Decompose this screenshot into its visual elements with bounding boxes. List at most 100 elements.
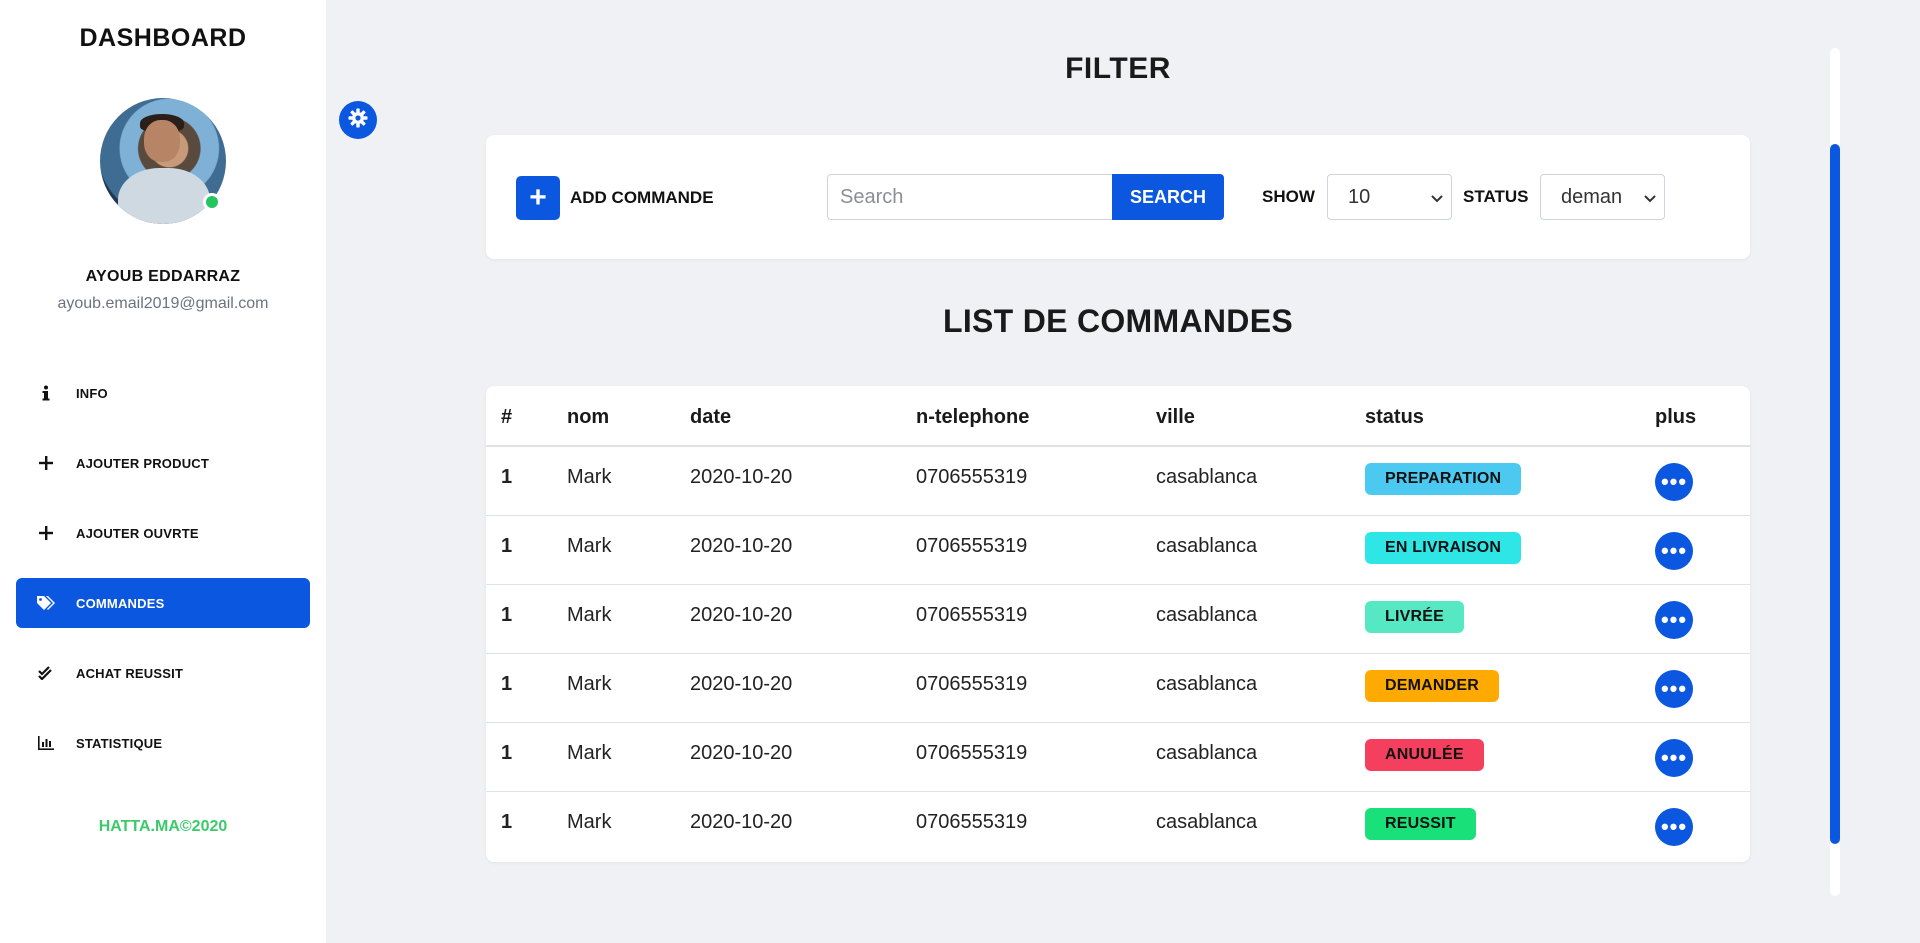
column-header: n-telephone bbox=[916, 406, 1030, 428]
sidebar-item-label: ACHAT REUSSIT bbox=[76, 665, 184, 681]
cell-ville: casablanca bbox=[1156, 604, 1258, 626]
status-label: STATUS bbox=[1463, 187, 1529, 206]
avatar-face bbox=[144, 120, 180, 162]
sidebar-item-ajouter-ouvrte[interactable]: AJOUTER OUVRTE bbox=[16, 508, 310, 558]
cell-ville: casablanca bbox=[1156, 673, 1258, 695]
cell-nom: Mark bbox=[567, 535, 612, 557]
avatar-body bbox=[118, 168, 210, 224]
scrollbar-track[interactable] bbox=[1830, 48, 1840, 896]
plus-icon bbox=[34, 456, 58, 470]
cell-nom: Mark bbox=[567, 604, 612, 626]
sidebar-footer: HATTA.MA©2020 bbox=[98, 818, 228, 835]
table-row: 1 Mark 2020-10-20 0706555319 casablanca … bbox=[486, 447, 1750, 516]
status-badge: LIVRÉE bbox=[1365, 601, 1464, 633]
filter-heading: FILTER bbox=[1065, 52, 1171, 85]
cell-num: 1 bbox=[501, 535, 513, 557]
more-options-button[interactable]: ••• bbox=[1655, 532, 1693, 570]
info-icon bbox=[34, 385, 58, 401]
cell-num: 1 bbox=[501, 604, 513, 626]
gear-icon bbox=[348, 108, 368, 133]
plus-icon bbox=[34, 526, 58, 540]
status-select-value: deman bbox=[1561, 185, 1623, 208]
chevron-down-icon bbox=[1431, 186, 1443, 209]
status-badge: DEMANDER bbox=[1365, 670, 1500, 702]
status-badge: EN LIVRAISON bbox=[1365, 532, 1522, 564]
add-commande-button[interactable]: + ADD COMMANDE bbox=[516, 176, 714, 220]
sidebar-item-label: COMMANDES bbox=[76, 595, 165, 611]
online-status-dot bbox=[203, 193, 221, 211]
cell-nom: Mark bbox=[567, 466, 612, 488]
status-badge: PREPARATION bbox=[1365, 463, 1522, 495]
show-label: SHOW bbox=[1262, 187, 1315, 206]
table-row: 1 Mark 2020-10-20 0706555319 casablanca … bbox=[486, 792, 1750, 861]
cell-date: 2020-10-20 bbox=[690, 466, 793, 488]
cell-ville: casablanca bbox=[1156, 466, 1258, 488]
chevron-down-icon bbox=[1644, 186, 1656, 209]
sidebar-item-achat-reussit[interactable]: ACHAT REUSSIT bbox=[16, 648, 310, 698]
cell-telephone: 0706555319 bbox=[916, 811, 1028, 833]
show-select-value: 10 bbox=[1348, 185, 1371, 208]
cell-telephone: 0706555319 bbox=[916, 466, 1028, 488]
sidebar-item-commandes[interactable]: COMMANDES bbox=[16, 578, 310, 628]
status-select[interactable]: deman bbox=[1540, 174, 1665, 220]
show-select[interactable]: 10 bbox=[1327, 174, 1452, 220]
tags-icon bbox=[34, 595, 58, 611]
column-header: # bbox=[501, 406, 513, 428]
cell-telephone: 0706555319 bbox=[916, 535, 1028, 557]
status-badge: ANUULÉE bbox=[1365, 739, 1484, 771]
cell-ville: casablanca bbox=[1156, 535, 1258, 557]
scrollbar-thumb[interactable] bbox=[1830, 144, 1840, 844]
more-options-button[interactable]: ••• bbox=[1655, 808, 1693, 846]
column-header: date bbox=[690, 406, 732, 428]
filter-card: + ADD COMMANDE SEARCH SHOW 10 STATUS dem… bbox=[486, 135, 1750, 259]
table-row: 1 Mark 2020-10-20 0706555319 casablanca … bbox=[486, 585, 1750, 654]
search-button[interactable]: SEARCH bbox=[1112, 174, 1224, 220]
table-row: 1 Mark 2020-10-20 0706555319 casablanca … bbox=[486, 654, 1750, 723]
table-row: 1 Mark 2020-10-20 0706555319 casablanca … bbox=[486, 723, 1750, 792]
sidebar: DASHBOARD AYOUB EDDARRAZ ayoub.email2019… bbox=[0, 0, 326, 943]
cell-num: 1 bbox=[501, 673, 513, 695]
settings-button[interactable] bbox=[339, 101, 377, 139]
cell-date: 2020-10-20 bbox=[690, 604, 793, 626]
cell-telephone: 0706555319 bbox=[916, 742, 1028, 764]
more-options-button[interactable]: ••• bbox=[1655, 463, 1693, 501]
cell-nom: Mark bbox=[567, 742, 612, 764]
sidebar-nav: INFO AJOUTER PRODUCT AJOUTER OUVRTE COMM… bbox=[16, 368, 310, 788]
list-heading: LIST DE COMMANDES bbox=[943, 303, 1293, 339]
sidebar-item-info[interactable]: INFO bbox=[16, 368, 310, 418]
cell-date: 2020-10-20 bbox=[690, 742, 793, 764]
column-header: plus bbox=[1655, 406, 1697, 428]
table-header: # nom date n-telephone ville status plus bbox=[486, 386, 1750, 447]
cell-nom: Mark bbox=[567, 673, 612, 695]
more-options-button[interactable]: ••• bbox=[1655, 739, 1693, 777]
cell-num: 1 bbox=[501, 742, 513, 764]
sidebar-item-label: INFO bbox=[76, 385, 108, 401]
column-header: status bbox=[1365, 406, 1424, 428]
cell-nom: Mark bbox=[567, 811, 612, 833]
cell-num: 1 bbox=[501, 811, 513, 833]
table-row: 1 Mark 2020-10-20 0706555319 casablanca … bbox=[486, 516, 1750, 585]
cell-num: 1 bbox=[501, 466, 513, 488]
column-header: ville bbox=[1156, 406, 1195, 428]
sidebar-item-label: AJOUTER PRODUCT bbox=[76, 455, 210, 471]
user-name: AYOUB EDDARRAZ bbox=[85, 268, 241, 285]
plus-icon: + bbox=[516, 176, 560, 220]
cell-telephone: 0706555319 bbox=[916, 604, 1028, 626]
column-header: nom bbox=[567, 406, 610, 428]
sidebar-item-ajouter-product[interactable]: AJOUTER PRODUCT bbox=[16, 438, 310, 488]
sidebar-item-label: AJOUTER OUVRTE bbox=[76, 525, 199, 541]
cell-date: 2020-10-20 bbox=[690, 811, 793, 833]
cell-telephone: 0706555319 bbox=[916, 673, 1028, 695]
cell-date: 2020-10-20 bbox=[690, 673, 793, 695]
sidebar-item-label: STATISTIQUE bbox=[76, 735, 163, 751]
dashboard-title: DASHBOARD bbox=[79, 24, 247, 52]
more-options-button[interactable]: ••• bbox=[1655, 601, 1693, 639]
cell-date: 2020-10-20 bbox=[690, 535, 793, 557]
sidebar-item-statistique[interactable]: STATISTIQUE bbox=[16, 718, 310, 768]
cell-ville: casablanca bbox=[1156, 811, 1258, 833]
search-input[interactable] bbox=[827, 174, 1113, 220]
more-options-button[interactable]: ••• bbox=[1655, 670, 1693, 708]
add-commande-label: ADD COMMANDE bbox=[570, 188, 714, 207]
commandes-table: # nom date n-telephone ville status plus… bbox=[486, 386, 1750, 862]
double-check-icon bbox=[34, 666, 58, 680]
